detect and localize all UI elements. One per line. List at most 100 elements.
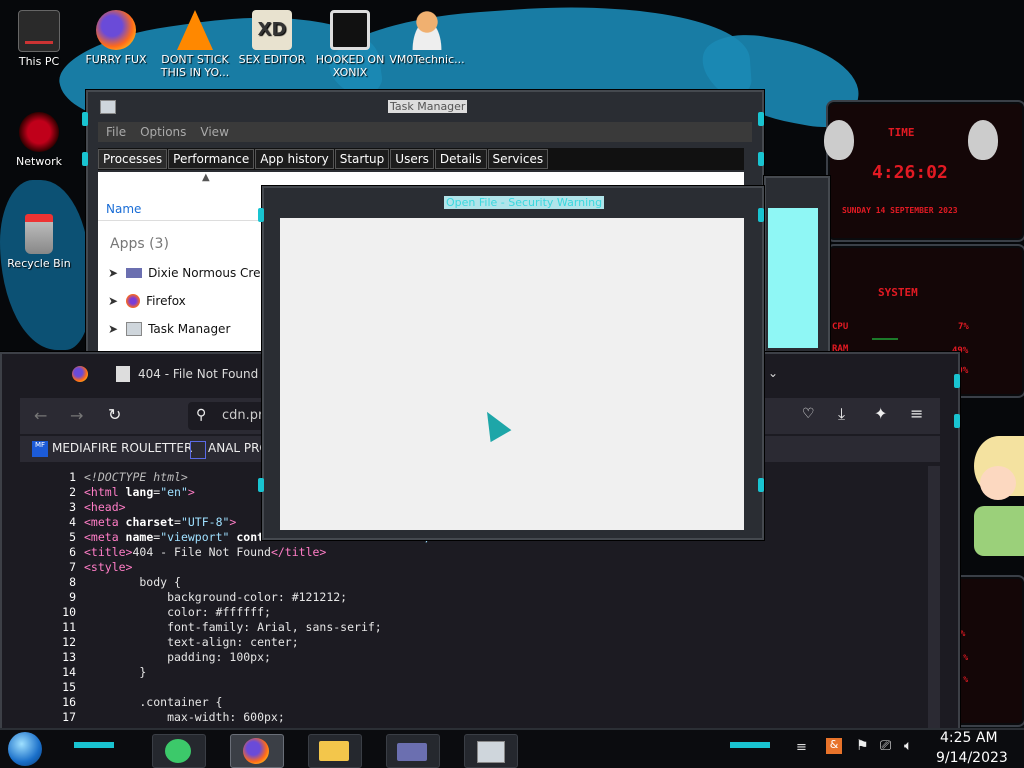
- code-line: 4 <meta charset="UTF-8">: [40, 515, 236, 529]
- process-name: Dixie Normous Credit: [148, 266, 277, 280]
- desktop-icon-sex-editor[interactable]: XD SEX EDITOR: [234, 10, 310, 66]
- volume-icon[interactable]: 🔈︎: [904, 738, 912, 754]
- process-row[interactable]: ➤ Dixie Normous Credit: [108, 266, 276, 280]
- tab-startup[interactable]: Startup: [334, 149, 390, 169]
- tab-details[interactable]: Details: [434, 149, 487, 169]
- column-header-name[interactable]: Name: [106, 202, 141, 216]
- code-token: <!DOCTYPE html>: [84, 470, 188, 484]
- alien-head-icon: [824, 120, 854, 160]
- desktop-icon-this-pc[interactable]: This PC: [1, 10, 77, 68]
- alien-head-icon: [968, 120, 998, 160]
- taskbar-notes-button[interactable]: [152, 734, 206, 768]
- line-number: 10: [62, 605, 76, 619]
- line-number: 15: [62, 680, 76, 694]
- tab-users[interactable]: Users: [390, 149, 434, 169]
- firefox-icon: [243, 738, 269, 764]
- security-warning-dialog[interactable]: Open File - Security Warning: [258, 186, 764, 540]
- taskbar-task-manager-button[interactable]: [464, 734, 518, 768]
- process-name: Firefox: [146, 294, 186, 308]
- desktop-icon-label: This PC: [18, 55, 60, 68]
- tab-app-history[interactable]: App history: [255, 149, 334, 169]
- process-name: Task Manager: [148, 322, 231, 336]
- desktop-icon-label: DONT STICK THIS IN YO...: [160, 53, 230, 79]
- desktop-icon-label: FURRY FUX: [85, 53, 147, 66]
- group-header-apps: Apps (3): [110, 236, 169, 252]
- code-line: 3 <head>: [40, 500, 126, 514]
- desktop-icon-label: SEX EDITOR: [238, 53, 306, 66]
- menu-file[interactable]: File: [106, 125, 126, 139]
- firefox-icon: [96, 10, 136, 50]
- desktop-icon-network[interactable]: Network: [1, 112, 77, 168]
- code-token: padding: 100px;: [84, 650, 271, 664]
- menu-options[interactable]: Options: [140, 125, 186, 139]
- line-number: 9: [69, 590, 76, 604]
- code-line: 2 <html lang="en">: [40, 485, 195, 499]
- dialog-body: [280, 218, 744, 530]
- line-number: 11: [62, 620, 76, 634]
- process-row[interactable]: ➤ Firefox: [108, 294, 186, 308]
- tab-performance[interactable]: Performance: [168, 149, 255, 169]
- code-token: <head>: [84, 500, 126, 514]
- clock-date: SUNDAY 14 SEPTEMBER 2023: [842, 206, 958, 215]
- keyboard-icon[interactable]: &: [826, 738, 842, 754]
- desktop-icon-dont-stick[interactable]: DONT STICK THIS IN YO...: [157, 10, 233, 79]
- dialog-title: Open File - Security Warning: [444, 196, 605, 209]
- scrollbar[interactable]: [928, 466, 940, 728]
- desktop-icon-furry-fux[interactable]: FURRY FUX: [78, 10, 154, 66]
- code-token: "UTF-8": [180, 515, 230, 529]
- extensions-icon[interactable]: ✦: [874, 404, 887, 423]
- notes-icon: [165, 739, 191, 763]
- back-icon[interactable]: ←: [34, 406, 47, 425]
- code-token: =: [174, 515, 181, 529]
- code-line: 12 text-align: center;: [40, 635, 299, 649]
- expand-chevron-icon[interactable]: ➤: [108, 294, 118, 308]
- code-token: .container {: [84, 695, 223, 709]
- decor-strip: [74, 742, 114, 748]
- reload-icon[interactable]: ↻: [108, 405, 121, 424]
- line-number: 13: [62, 650, 76, 664]
- code-token: <title>: [84, 545, 133, 559]
- line-number: 1: [69, 470, 76, 484]
- desktop-icon-vm0technic[interactable]: VM0Technic...: [389, 10, 465, 66]
- code-token: </title>: [270, 545, 327, 559]
- menu-hamburger-icon[interactable]: ≡: [910, 404, 923, 423]
- tab-services[interactable]: Services: [487, 149, 549, 169]
- tab-title[interactable]: 404 - File Not Found: [138, 367, 258, 381]
- downloads-icon[interactable]: ⤓: [838, 404, 845, 424]
- pocket-icon[interactable]: ♡: [802, 406, 815, 422]
- show-hidden-icons-icon[interactable]: ≡: [796, 740, 807, 755]
- xonix-game-icon: [330, 10, 370, 50]
- taskbar-file-explorer-button[interactable]: [308, 734, 362, 768]
- process-row[interactable]: ➤ Task Manager: [108, 322, 230, 336]
- tab-processes[interactable]: Processes: [98, 149, 168, 169]
- code-line: 10 color: #ffffff;: [40, 605, 271, 619]
- menu-view[interactable]: View: [200, 125, 228, 139]
- desktop-icon-recycle-bin[interactable]: Recycle Bin: [1, 214, 77, 270]
- bookmark-mediafire[interactable]: MEDIAFIRE ROULETTER: [52, 441, 192, 455]
- code-line: 15: [40, 680, 84, 694]
- network-icon[interactable]: ⎚: [880, 738, 891, 754]
- code-token: background-color: #121212;: [84, 590, 348, 604]
- clock-date[interactable]: 9/14/2023: [936, 750, 1008, 766]
- taskbar: ≡ & ⚑ ⎚ 🔈︎ 4:25 AM 9/14/2023: [0, 728, 1024, 768]
- code-token: >: [229, 515, 237, 529]
- system-title: SYSTEM: [878, 286, 918, 299]
- bookmark-anal-pro[interactable]: ANAL PRO: [208, 441, 269, 455]
- clock-time[interactable]: 4:25 AM: [940, 730, 998, 746]
- expand-chevron-icon[interactable]: ➤: [108, 322, 118, 336]
- code-token: 404 - File Not Found: [132, 545, 271, 559]
- desktop-icon-hooked-on-xonix[interactable]: HOOKED ON XONIX: [312, 10, 388, 79]
- expand-chevron-icon[interactable]: ➤: [108, 266, 118, 280]
- flag-icon[interactable]: ⚑: [856, 738, 869, 754]
- bookmark-icon: [190, 441, 206, 459]
- sort-up-icon: ▲: [202, 172, 210, 183]
- list-tabs-chevron-icon[interactable]: ⌄: [768, 366, 778, 380]
- clock-title: TIME: [888, 126, 915, 139]
- line-number: 14: [62, 665, 76, 679]
- taskbar-firefox-button[interactable]: [230, 734, 284, 768]
- xd-editor-icon: XD: [252, 10, 292, 50]
- forward-icon[interactable]: →: [70, 406, 83, 425]
- start-button[interactable]: [8, 732, 42, 766]
- cpu-value: 7%: [958, 322, 969, 332]
- taskbar-credit-app-button[interactable]: [386, 734, 440, 768]
